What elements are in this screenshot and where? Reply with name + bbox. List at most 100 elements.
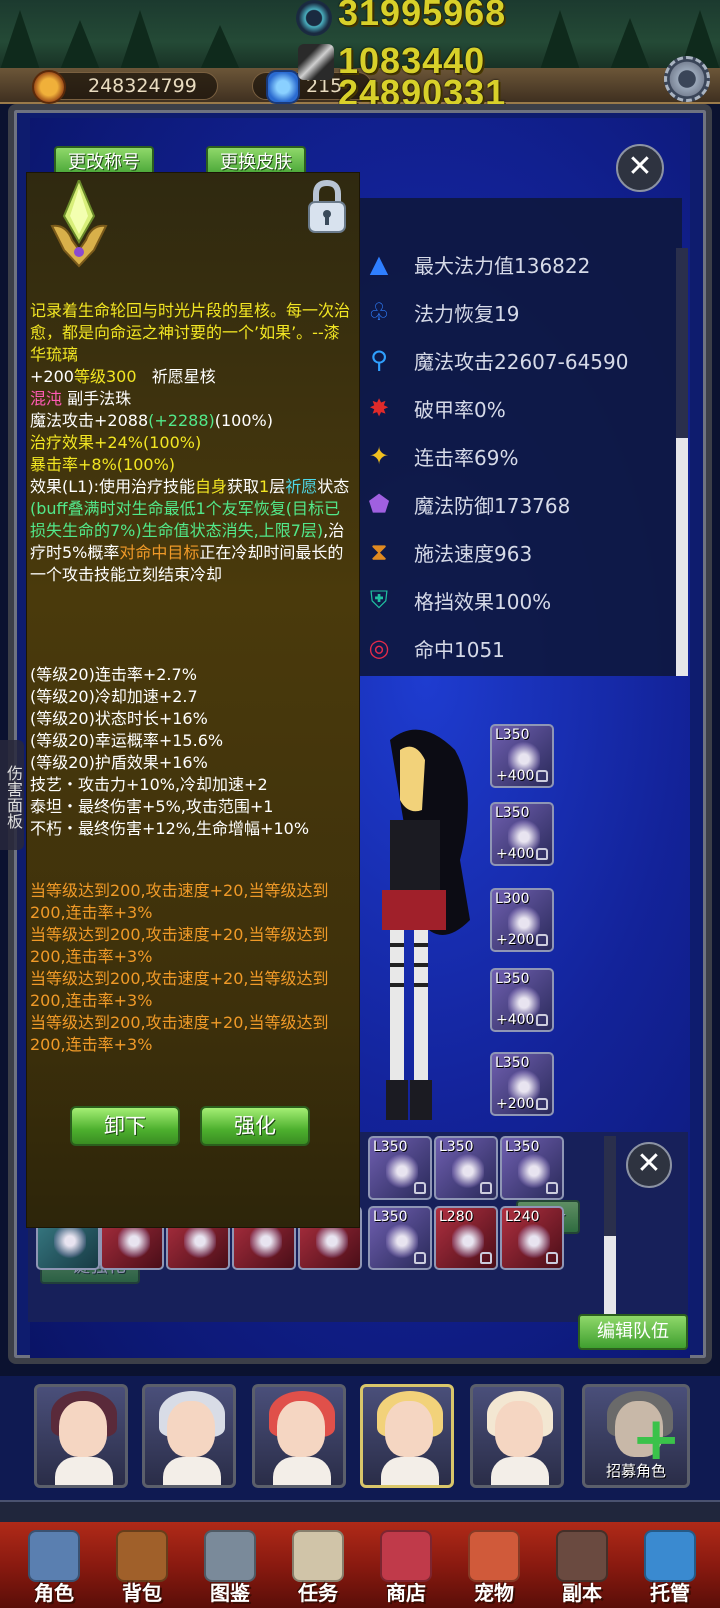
equipment-slot[interactable]: L350 +400 xyxy=(490,968,554,1032)
stat-text: 格挡效果100% xyxy=(414,589,552,614)
slot-level: L350 xyxy=(495,727,530,743)
mana-regen-icon: ♧ xyxy=(368,298,390,326)
inventory-item[interactable]: L280 xyxy=(434,1206,498,1270)
item-substat: (等级20)连击率+2.7% xyxy=(30,665,197,684)
nav-item[interactable]: 副本 xyxy=(542,1530,622,1606)
stat-text: 破甲率0% xyxy=(414,397,506,422)
edit-team-button[interactable]: 编辑队伍 xyxy=(578,1314,688,1350)
nav-label: 宠物 xyxy=(474,1581,514,1605)
stat-text: 连击率69% xyxy=(414,445,519,470)
hero-body xyxy=(381,1457,439,1485)
item-substat: (等级20)状态时长+16% xyxy=(30,709,208,728)
hero-face xyxy=(495,1401,543,1457)
item-level: L350 xyxy=(439,1139,474,1155)
enhance-button[interactable]: 强化 xyxy=(200,1106,310,1146)
book-icon xyxy=(204,1530,256,1582)
item-attr-magic-attack: 魔法攻击+2088(+2288)(100%) xyxy=(30,411,273,430)
wizard-hat-icon: ▲ xyxy=(369,250,389,278)
item-substat: (等级20)幸运概率+15.6% xyxy=(30,731,224,750)
hero-portrait[interactable] xyxy=(360,1384,454,1488)
scroll-icon xyxy=(292,1530,344,1582)
recruit-label: 招募角色 xyxy=(605,1462,666,1480)
equipment-slot[interactable]: L300 +200 xyxy=(490,888,554,952)
nav-item[interactable]: 宠物 xyxy=(454,1530,534,1606)
slot-enhance: +400 xyxy=(496,846,535,862)
hero-portrait[interactable] xyxy=(470,1384,564,1488)
item-lore: 记录着生命轮回与时光片段的星核。每一次治愈，都是向命运之神讨要的一个’如果’。-… xyxy=(30,301,351,364)
inventory-item[interactable]: L350 xyxy=(368,1136,432,1200)
hero-portrait[interactable] xyxy=(142,1384,236,1488)
equipment-slot[interactable]: L350 +400 xyxy=(490,724,554,788)
nav-item[interactable]: 角色 xyxy=(14,1530,94,1606)
close-inventory-button[interactable]: ✕ xyxy=(626,1142,672,1188)
nav-label: 副本 xyxy=(562,1581,602,1605)
nav-item[interactable]: 任务 xyxy=(278,1530,358,1606)
stat-row: ✦ 连击率69% xyxy=(362,436,519,476)
power-value: 31995968 xyxy=(338,0,507,33)
stat-text: 魔法攻击22607-64590 xyxy=(414,349,629,374)
nav-item[interactable]: 图鉴 xyxy=(190,1530,270,1606)
inventory-item[interactable]: L240 xyxy=(500,1206,564,1270)
slot-enhance: +200 xyxy=(496,932,535,948)
item-level: L350 xyxy=(373,1139,408,1155)
lock-item-icon[interactable] xyxy=(306,180,348,234)
inventory-item[interactable]: L350 xyxy=(500,1136,564,1200)
slot-level: L350 xyxy=(495,805,530,821)
stat-row: ⬟ 魔法防御173768 xyxy=(362,484,571,524)
item-slot-type: 副手法珠 xyxy=(67,389,132,408)
nav-label: 背包 xyxy=(122,1581,162,1605)
inventory-item[interactable]: L350 xyxy=(368,1206,432,1270)
close-panel-button[interactable]: ✕ xyxy=(616,144,664,192)
inventory-item[interactable]: L350 xyxy=(434,1136,498,1200)
item-attr-heal: 治疗效果+24%(100%) xyxy=(30,433,202,452)
unequip-button[interactable]: 卸下 xyxy=(70,1106,180,1146)
stat-row: ✸ 破甲率0% xyxy=(362,388,506,428)
backpack-icon xyxy=(116,1530,168,1582)
lock-icon xyxy=(536,934,548,946)
item-level: L240 xyxy=(505,1209,540,1225)
slot-level: L350 xyxy=(495,1055,530,1071)
character-figure xyxy=(382,729,470,1120)
lock-icon xyxy=(546,1252,558,1264)
equipment-slot[interactable]: L350 +200 xyxy=(490,1052,554,1116)
power-icon xyxy=(296,0,332,36)
stat-text: 法力恢复19 xyxy=(414,301,520,326)
nav-label: 角色 xyxy=(34,1581,74,1605)
item-set-bonus: 当等级达到200,攻击速度+20,当等级达到200,连击率+3% xyxy=(30,969,329,1010)
item-type-line: 混沌 副手法珠 xyxy=(30,388,354,410)
hero-portrait[interactable] xyxy=(34,1384,128,1488)
lock-icon xyxy=(536,770,548,782)
lock-icon xyxy=(414,1252,426,1264)
hero-body xyxy=(55,1457,113,1485)
hero-face xyxy=(277,1401,325,1457)
hero-face xyxy=(59,1401,107,1457)
nav-label: 图鉴 xyxy=(210,1581,250,1605)
item-substat: 技艺・攻击力+10%,冷却加速+2 xyxy=(30,775,268,794)
damage-panel-tab[interactable]: 伤害面板 xyxy=(0,740,24,850)
roster-divider xyxy=(0,1500,720,1522)
stat-row: ⧗ 施法速度963 xyxy=(362,532,533,572)
nav-item[interactable]: 背包 xyxy=(102,1530,182,1606)
nav-item[interactable]: 商店 xyxy=(366,1530,446,1606)
stat-row: ⛨ 格挡效果100% xyxy=(362,580,551,620)
magic-shield-icon: ⬟ xyxy=(368,490,390,518)
item-substat: 不朽・最终伤害+12%,生命增幅+10% xyxy=(30,819,310,838)
settings-gear-icon[interactable] xyxy=(664,56,710,102)
inventory-scrollbar[interactable] xyxy=(604,1136,616,1326)
stats-list[interactable]: ▲ 最大法力值136822 ♧ 法力恢复19 ⚲ 魔法攻击22607-64590 ✸ 破甲率0… xyxy=(352,198,682,676)
block-shield-icon: ⛨ xyxy=(370,586,388,614)
shop-icon xyxy=(380,1530,432,1582)
stats-scrollbar[interactable] xyxy=(676,248,688,676)
nav-item[interactable]: 托管 xyxy=(630,1530,710,1606)
equipment-slot[interactable]: L350 +400 xyxy=(490,802,554,866)
slot-enhance: +200 xyxy=(496,1096,535,1112)
lock-icon xyxy=(546,1182,558,1194)
target-icon: ◎ xyxy=(368,634,390,662)
item-set-bonus: 当等级达到200,攻击速度+20,当等级达到200,连击率+3% xyxy=(30,925,329,966)
lock-icon xyxy=(480,1252,492,1264)
hero-portrait[interactable] xyxy=(252,1384,346,1488)
combo-star-icon: ✦ xyxy=(368,442,390,470)
nav-label: 任务 xyxy=(298,1581,338,1605)
skull-gate-icon xyxy=(556,1530,608,1582)
recruit-hero-button[interactable]: + 招募角色 xyxy=(582,1384,690,1488)
